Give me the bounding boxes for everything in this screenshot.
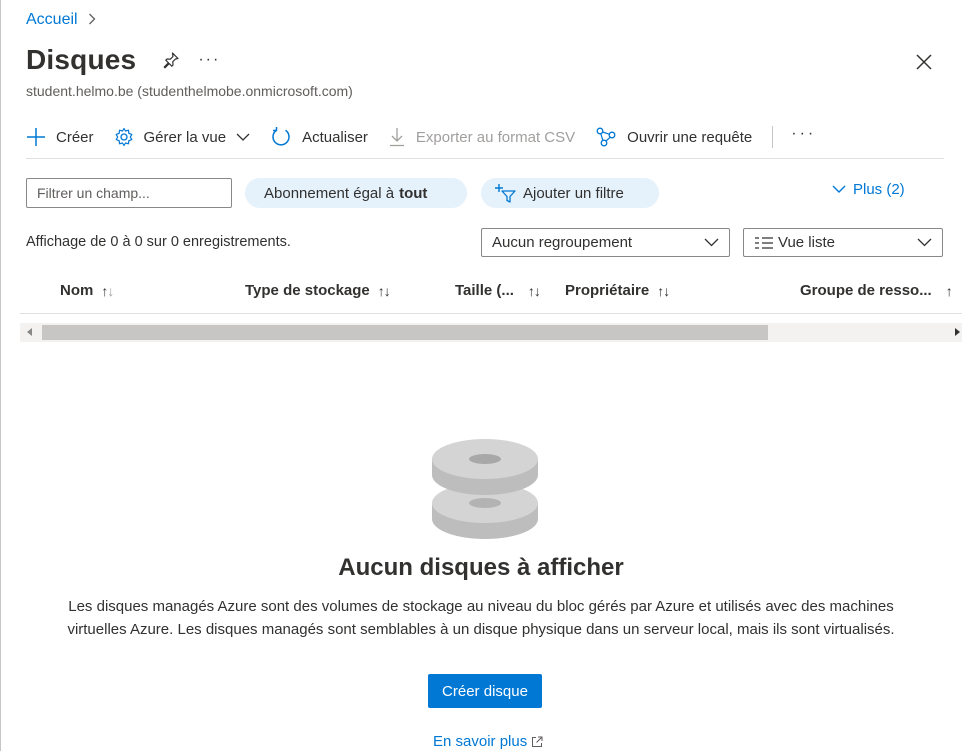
create-button[interactable]: Créer (26, 122, 94, 152)
close-icon[interactable] (914, 52, 934, 72)
chevron-down-icon (236, 133, 250, 141)
export-csv-label: Exporter au format CSV (415, 128, 576, 146)
scroll-left-arrow[interactable] (27, 328, 32, 336)
learn-more-label: En savoir plus (433, 733, 528, 750)
column-header-resource-group[interactable]: Groupe de resso... ↑ (800, 282, 953, 299)
chevron-down-icon (917, 238, 932, 247)
sort-icon[interactable]: ↑↓ (657, 283, 670, 299)
add-filter-button[interactable]: Ajouter un filtre (481, 178, 659, 208)
create-disk-button[interactable]: Créer disque (428, 674, 542, 708)
breadcrumb-home-link[interactable]: Accueil (26, 11, 78, 29)
list-view-icon (755, 236, 773, 249)
scrollbar-thumb[interactable] (42, 325, 768, 340)
add-filter-icon (495, 184, 516, 203)
external-link-icon (532, 736, 543, 747)
blade-left-border (0, 0, 1, 751)
refresh-label: Actualiser (302, 128, 368, 146)
refresh-icon (272, 127, 290, 146)
horizontal-scrollbar[interactable] (20, 323, 962, 342)
filter-field-input[interactable]: Filtrer un champ... (26, 178, 232, 208)
add-filter-label: Ajouter un filtre (523, 184, 624, 202)
record-count: Affichage de 0 à 0 sur 0 enregistrements… (26, 234, 291, 250)
create-label: Créer (56, 128, 94, 146)
grouping-dropdown[interactable]: Aucun regroupement (481, 228, 730, 257)
page-subtitle: student.helmo.be (studenthelmobe.onmicro… (26, 83, 353, 99)
command-bar: Créer Gérer la vue Actualiser Exporter a… (26, 122, 944, 159)
title-more-button[interactable]: ··· (198, 51, 220, 69)
more-filters-label: Plus (2) (853, 181, 905, 198)
more-filters-link[interactable]: Plus (2) (832, 181, 905, 198)
manage-view-button[interactable]: Gérer la vue (114, 122, 251, 152)
subscription-filter-pill[interactable]: Abonnement égal à tout (245, 178, 467, 208)
column-header-label: Taille (... (455, 282, 514, 299)
export-csv-button[interactable]: Exporter au format CSV (388, 122, 575, 152)
empty-state-title: Aucun disques à afficher (338, 554, 624, 581)
grid-header: Nom ↑↓ Type de stockage ↑↓ Taille (... ↑… (20, 278, 962, 314)
empty-state-description: Les disques managés Azure sont des volum… (67, 598, 895, 638)
column-header-label: Groupe de resso... (800, 282, 932, 299)
page-title: Disques (26, 44, 137, 75)
open-query-label: Ouvrir une requête (627, 128, 753, 146)
download-icon (389, 128, 404, 147)
column-header-size[interactable]: Taille (... ↑↓ (455, 282, 541, 299)
subscription-filter-label: Abonnement égal à (264, 184, 395, 202)
title-row: Disques ··· (26, 44, 220, 76)
view-mode-value: Vue liste (778, 234, 835, 251)
sort-icon[interactable]: ↑↓ (378, 283, 391, 299)
sort-icon[interactable]: ↑↓ (528, 283, 541, 299)
scroll-right-arrow[interactable] (955, 328, 960, 336)
toolbar-more-button[interactable]: ··· (791, 125, 816, 143)
chevron-down-icon (704, 238, 719, 247)
toolbar-divider (772, 126, 774, 148)
pin-icon[interactable] (162, 51, 180, 69)
sort-icon[interactable]: ↑ (946, 283, 953, 299)
column-header-label: Propriétaire (565, 282, 650, 299)
column-header-name[interactable]: Nom ↑↓ (60, 282, 114, 299)
open-query-button[interactable]: Ouvrir une requête (595, 122, 752, 152)
column-header-label: Nom (60, 282, 94, 299)
chevron-down-icon (832, 185, 846, 193)
grouping-value: Aucun regroupement (492, 234, 633, 251)
column-header-owner[interactable]: Propriétaire ↑↓ (565, 282, 670, 299)
disk-stack-icon (430, 437, 540, 547)
manage-view-label: Gérer la vue (143, 128, 227, 146)
gear-icon (115, 127, 132, 147)
breadcrumb: Accueil (26, 11, 96, 29)
subscription-filter-value: tout (399, 184, 428, 202)
query-icon (596, 127, 616, 147)
column-header-label: Type de stockage (245, 282, 370, 299)
sort-icon[interactable]: ↑↓ (101, 283, 114, 299)
view-mode-dropdown[interactable]: Vue liste (743, 228, 943, 257)
plus-icon (27, 128, 45, 146)
refresh-button[interactable]: Actualiser (270, 122, 368, 152)
chevron-right-icon (88, 12, 96, 28)
column-header-storage-type[interactable]: Type de stockage ↑↓ (245, 282, 391, 299)
learn-more-link[interactable]: En savoir plus (433, 733, 543, 750)
